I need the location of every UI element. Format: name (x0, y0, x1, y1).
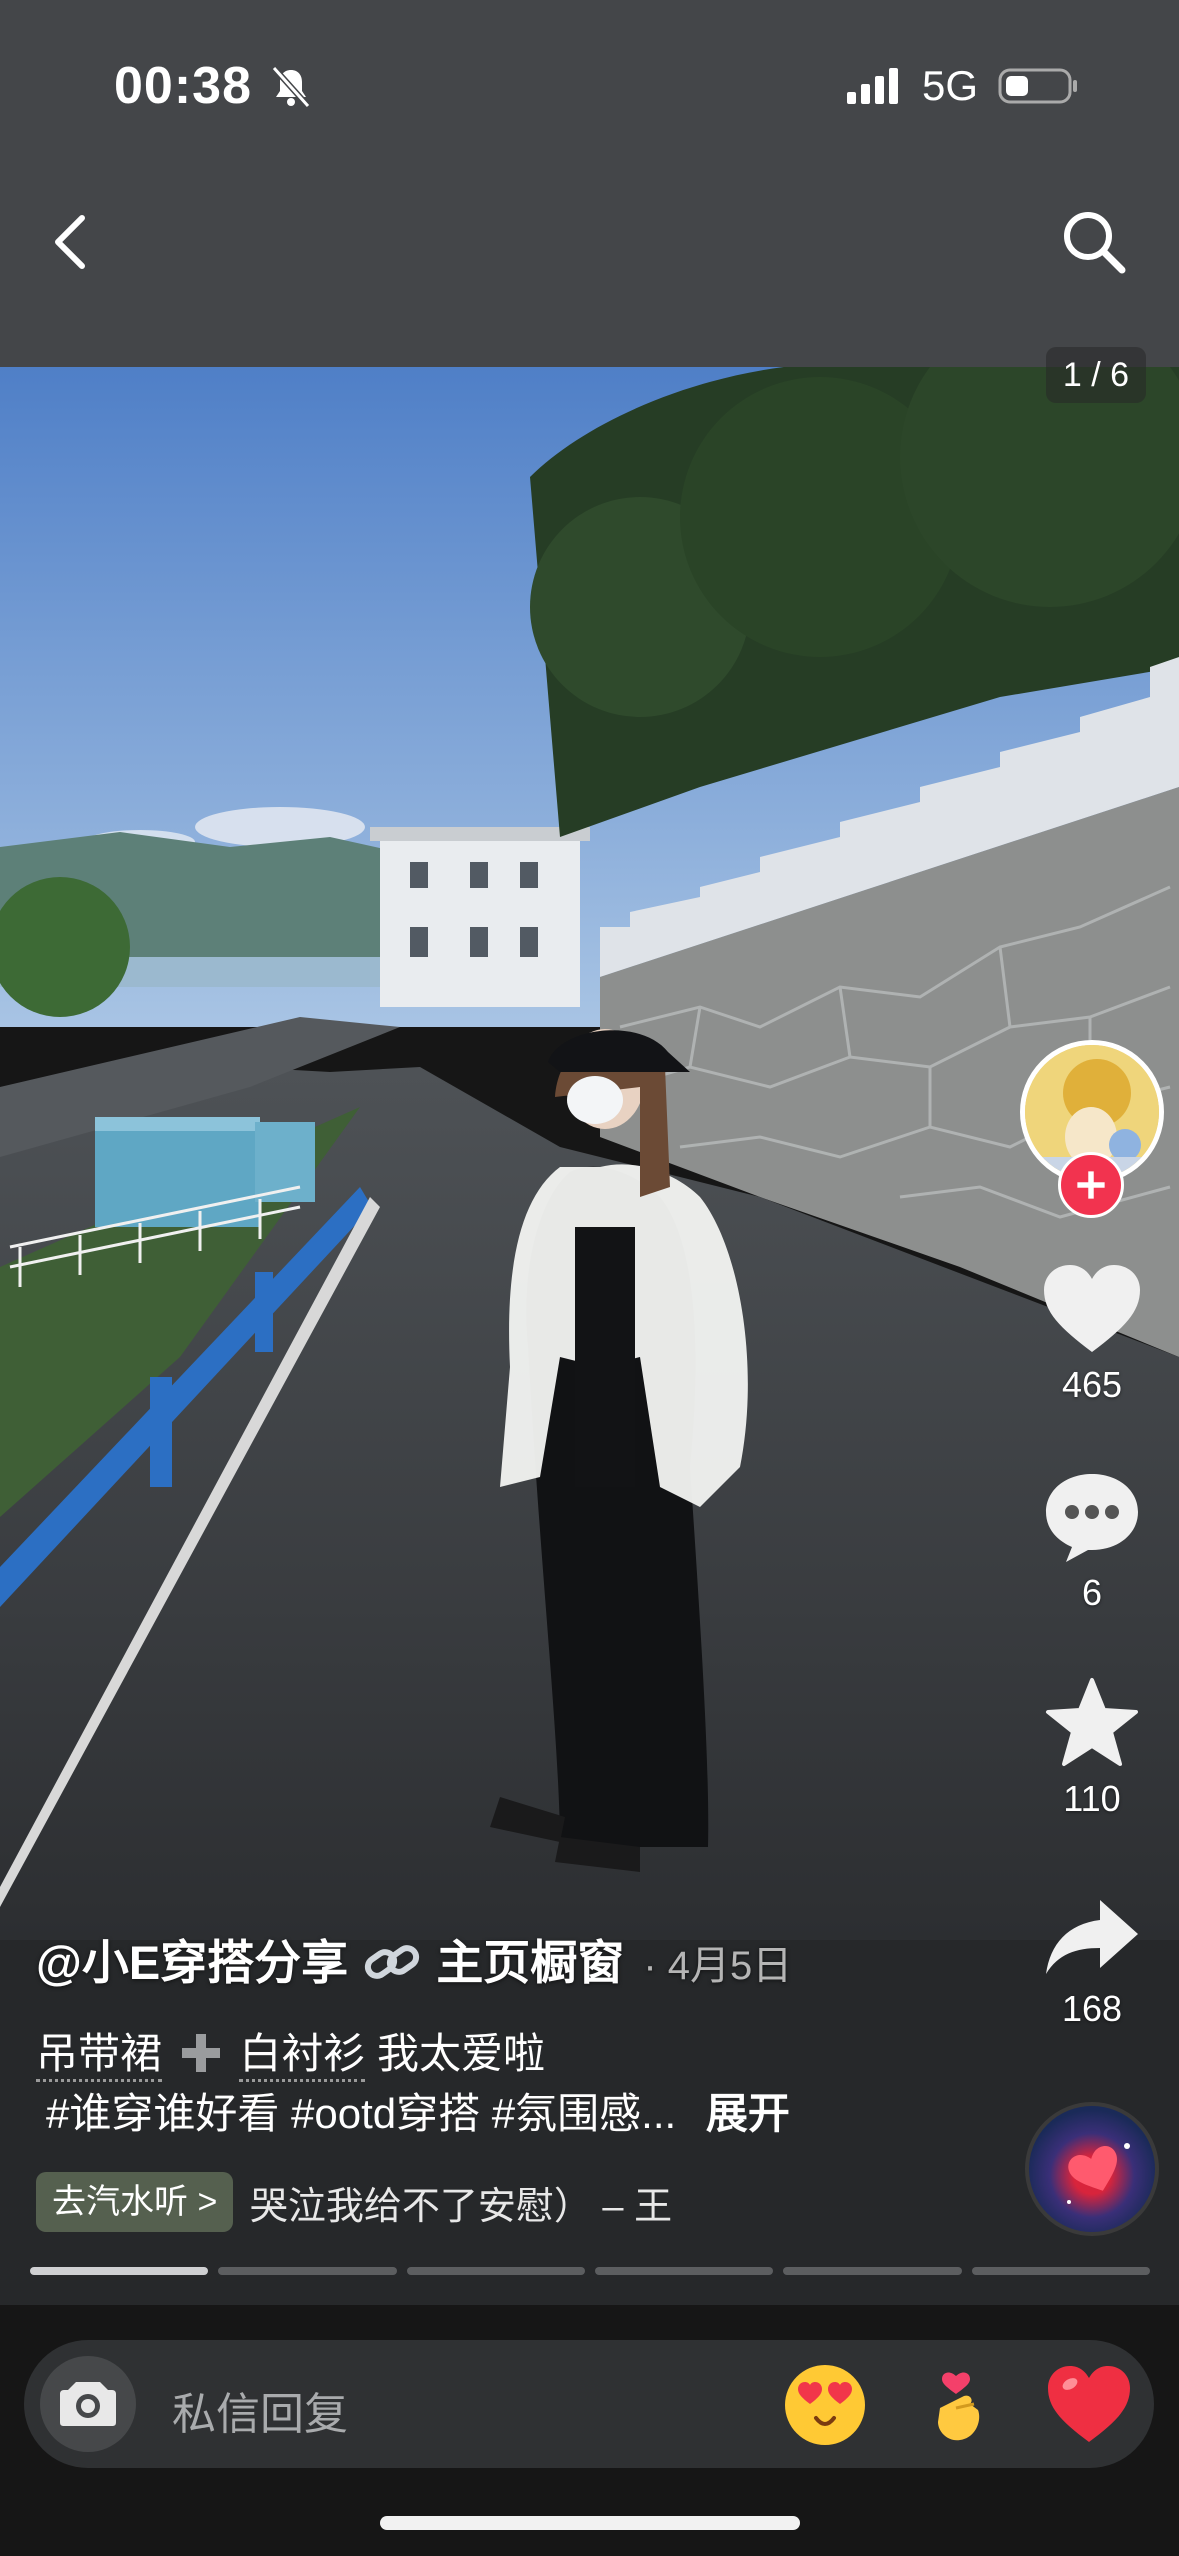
home-indicator (380, 2516, 800, 2530)
favorite-count: 110 (1063, 1778, 1121, 1819)
page-counter: 1 / 6 (1046, 347, 1146, 403)
comment-count: 6 (1081, 1572, 1103, 1613)
music-row: 去汽水听 > 哭泣我给不了安慰） – 王 (36, 2172, 750, 2232)
caption-keyword[interactable]: 吊带裙 (36, 2030, 163, 2082)
comment-bubble-icon (1046, 1474, 1138, 1562)
post-date: · 4月5日 (643, 1944, 793, 1988)
status-time: 00:38 (114, 57, 252, 115)
follow-button[interactable] (1058, 1152, 1124, 1218)
comment-button[interactable]: 6 (1030, 1470, 1154, 1614)
camera-button[interactable] (40, 2356, 136, 2452)
favorite-button[interactable]: 110 (1030, 1676, 1154, 1820)
finger-heart-emoji-button[interactable] (912, 2360, 1002, 2450)
author-row: @小E穿搭分享 主页橱窗 · 4月5日 (36, 1924, 792, 1993)
open-music-app-button[interactable]: 去汽水听 > (36, 2172, 234, 2232)
caption-text: 吊带裙 白衬衫 我太爱啦 (36, 2020, 546, 2082)
heart-eyes-emoji-button[interactable] (780, 2360, 870, 2450)
plus-emoji-icon (181, 2034, 220, 2072)
network-type: 5G (922, 62, 979, 109)
progress-segment (30, 2267, 209, 2275)
caption-keyword[interactable]: 白衬衫 (239, 2030, 366, 2082)
battery-icon (998, 68, 1077, 104)
like-count: 465 (1061, 1364, 1123, 1405)
caption-suffix: 我太爱啦 (377, 2030, 546, 2077)
hashtags-row: #谁穿谁好看 #ootd穿搭 #氛围感... 展开 (46, 2080, 790, 2141)
share-count: 168 (1061, 1988, 1123, 2029)
expand-button[interactable]: 展开 (706, 2090, 790, 2137)
progress-segment (406, 2267, 585, 2275)
camera-icon (60, 2382, 116, 2426)
star-icon (1046, 1678, 1138, 1766)
music-title[interactable]: 哭泣我给不了安慰） – 王 (250, 2175, 750, 2230)
heart-icon (1044, 1265, 1140, 1352)
progress-segment (971, 2267, 1150, 2275)
link-icon (365, 1945, 420, 1979)
progress-segment (594, 2267, 774, 2275)
bell-muted-icon (271, 65, 311, 109)
photo-progress (30, 2267, 1150, 2275)
music-disc[interactable] (1025, 2102, 1159, 2236)
search-button[interactable] (1058, 206, 1128, 276)
reply-input[interactable]: 私信回复 (172, 2378, 348, 2442)
like-button[interactable]: 465 (1030, 1262, 1154, 1406)
red-heart-emoji-button[interactable] (1044, 2360, 1134, 2450)
post-photo[interactable] (0, 367, 1179, 1940)
progress-segment (783, 2267, 962, 2275)
back-button[interactable] (44, 204, 104, 280)
share-button[interactable]: 168 (1030, 1896, 1154, 2030)
shop-window-link[interactable]: 主页橱窗 (436, 1936, 624, 1989)
author-name[interactable]: @小E穿搭分享 (36, 1936, 348, 1989)
signal-icon (847, 68, 898, 104)
progress-segment (218, 2267, 397, 2275)
hashtags[interactable]: #谁穿谁好看 #ootd穿搭 #氛围感... (46, 2090, 676, 2137)
share-arrow-icon (1046, 1900, 1138, 1974)
